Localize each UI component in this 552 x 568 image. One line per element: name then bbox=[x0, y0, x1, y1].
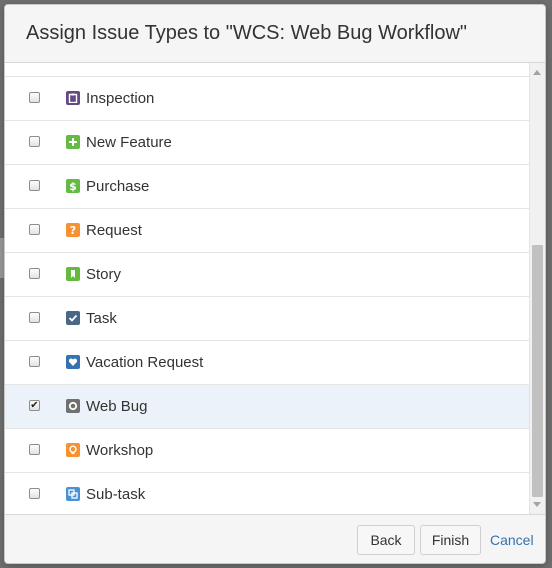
issue-type-row[interactable]: Workshop bbox=[5, 429, 529, 473]
assign-issue-types-dialog: Assign Issue Types to "WCS: Web Bug Work… bbox=[4, 4, 546, 564]
scroll-down-arrow-icon[interactable] bbox=[533, 502, 541, 507]
issue-type-label: Vacation Request bbox=[86, 354, 204, 371]
issue-type-label: Inspection bbox=[86, 90, 155, 107]
issue-type-checkbox[interactable]: ✔ bbox=[29, 400, 40, 411]
issue-type-row[interactable]: Task bbox=[5, 297, 529, 341]
issue-type-row[interactable]: Inspection bbox=[5, 77, 529, 121]
issue-type-checkbox[interactable] bbox=[29, 180, 40, 191]
scroll-up-arrow-icon[interactable] bbox=[533, 70, 541, 75]
list-scrollbar[interactable] bbox=[529, 63, 545, 514]
scroll-thumb[interactable] bbox=[532, 245, 543, 497]
issue-type-label: Sub-task bbox=[86, 486, 146, 503]
cancel-link[interactable]: Cancel bbox=[490, 532, 534, 548]
issue-type-row[interactable]: $ Purchase bbox=[5, 165, 529, 209]
subtask-icon bbox=[66, 487, 80, 501]
issue-type-checkbox[interactable] bbox=[29, 444, 40, 455]
list-row-partial bbox=[5, 63, 529, 77]
issue-type-checkbox[interactable] bbox=[29, 312, 40, 323]
issue-type-list: Inspection New Feature $ Purchase? Request St… bbox=[5, 63, 529, 514]
issue-type-label: New Feature bbox=[86, 134, 172, 151]
issue-type-checkbox[interactable] bbox=[29, 268, 40, 279]
plus-icon bbox=[66, 135, 80, 149]
issue-type-row[interactable]: ✔ Web Bug bbox=[5, 385, 529, 429]
issue-type-label: Task bbox=[86, 310, 117, 327]
issue-type-list-area: Inspection New Feature $ Purchase? Request St… bbox=[5, 63, 545, 514]
clipboard-icon bbox=[66, 91, 80, 105]
circle-icon bbox=[66, 399, 80, 413]
lightbulb-icon bbox=[66, 443, 80, 457]
issue-type-row[interactable]: Vacation Request bbox=[5, 341, 529, 385]
checkmark-icon: ✔ bbox=[30, 399, 39, 411]
issue-type-label: Story bbox=[86, 266, 122, 283]
finish-button[interactable]: Finish bbox=[420, 525, 481, 555]
issue-type-checkbox[interactable] bbox=[29, 224, 40, 235]
issue-type-row[interactable]: ? Request bbox=[5, 209, 529, 253]
issue-type-checkbox[interactable] bbox=[29, 488, 40, 499]
dialog-footer: Back Finish Cancel bbox=[5, 514, 545, 563]
question-icon: ? bbox=[66, 223, 80, 237]
svg-text:$: $ bbox=[69, 180, 77, 192]
issue-type-label: Web Bug bbox=[86, 398, 148, 415]
issue-type-row[interactable]: Sub-task bbox=[5, 473, 529, 514]
bookmark-icon bbox=[66, 267, 80, 281]
issue-type-checkbox[interactable] bbox=[29, 356, 40, 367]
checkmark-icon bbox=[66, 311, 80, 325]
issue-type-row[interactable]: New Feature bbox=[5, 121, 529, 165]
issue-type-checkbox[interactable] bbox=[29, 92, 40, 103]
issue-type-label: Workshop bbox=[86, 442, 154, 459]
issue-type-label: Request bbox=[86, 222, 142, 239]
issue-type-label: Purchase bbox=[86, 178, 150, 195]
dollar-icon: $ bbox=[66, 179, 80, 193]
issue-type-checkbox[interactable] bbox=[29, 136, 40, 147]
svg-text:?: ? bbox=[70, 224, 76, 236]
heart-icon bbox=[66, 355, 80, 369]
dialog-title: Assign Issue Types to "WCS: Web Bug Work… bbox=[26, 22, 468, 44]
issue-type-row[interactable]: Story bbox=[5, 253, 529, 297]
back-button[interactable]: Back bbox=[357, 525, 415, 555]
dialog-header: Assign Issue Types to "WCS: Web Bug Work… bbox=[5, 5, 545, 63]
